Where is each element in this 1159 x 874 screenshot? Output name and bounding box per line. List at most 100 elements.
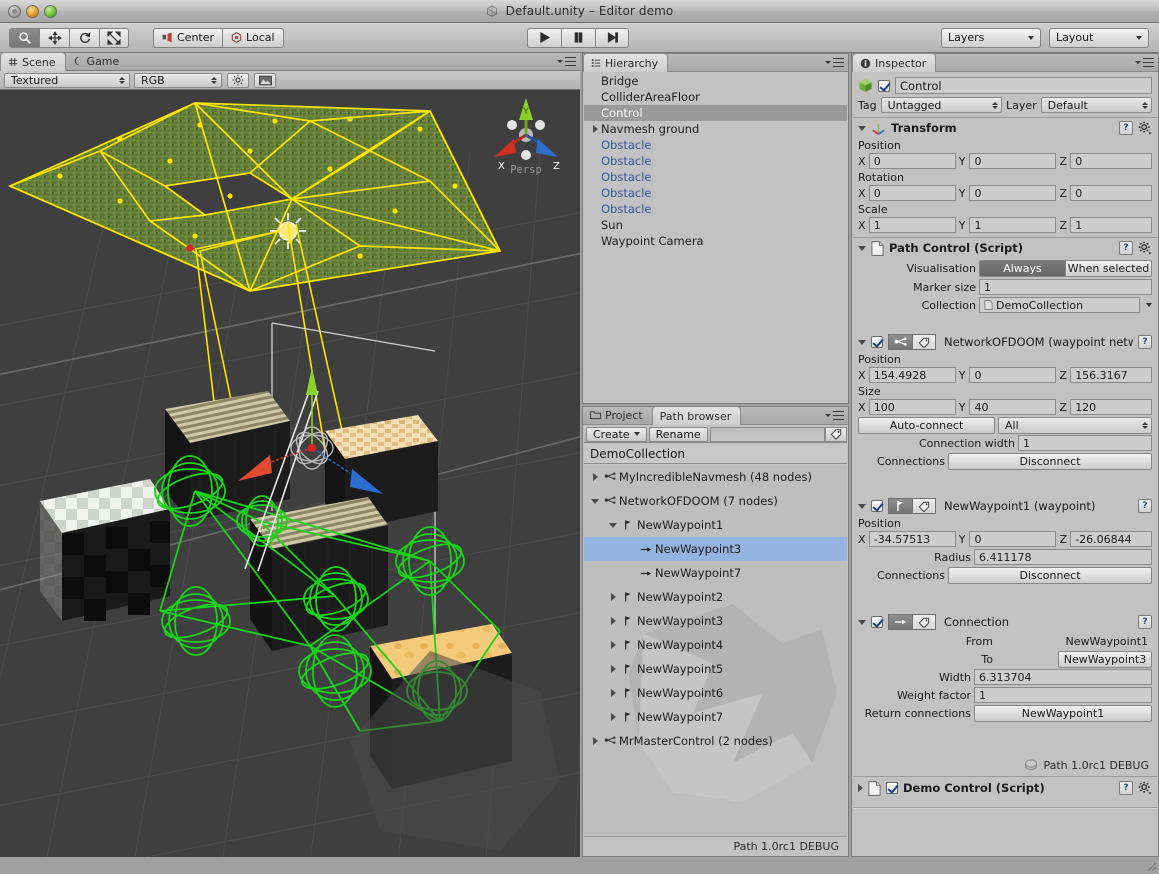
- layer-dropdown[interactable]: Default: [1041, 97, 1152, 113]
- waypoint-tag-button[interactable]: [912, 498, 936, 514]
- hierarchy-panel-menu-button[interactable]: [825, 56, 844, 68]
- tab-game[interactable]: Game: [66, 52, 129, 70]
- path-tree-item[interactable]: NewWaypoint7: [584, 561, 847, 585]
- hierarchy-item-colliderareafloor[interactable]: ColliderAreaFloor: [584, 89, 847, 105]
- help-icon[interactable]: ?: [1138, 499, 1152, 513]
- path-tree-item[interactable]: NewWaypoint3: [584, 609, 847, 633]
- play-button[interactable]: [527, 28, 561, 48]
- component-header-waypoint[interactable]: NewWaypoint1 (waypoint) ?: [853, 496, 1157, 516]
- network-size-y[interactable]: 40: [969, 399, 1056, 415]
- object-name-field[interactable]: Control: [895, 77, 1152, 94]
- connection-weight-value[interactable]: 1: [974, 687, 1152, 703]
- hierarchy-item-waypoint-camera[interactable]: Waypoint Camera: [584, 233, 847, 249]
- object-enabled-checkbox[interactable]: [878, 80, 890, 92]
- connection-tag-button[interactable]: [912, 614, 936, 630]
- visualisation-toggle-group[interactable]: Always When selected: [979, 260, 1152, 277]
- chevron-down-icon[interactable]: [606, 523, 620, 528]
- hierarchy-list[interactable]: BridgeColliderAreaFloorControlNavmesh gr…: [584, 73, 847, 402]
- connection-to-button[interactable]: NewWaypoint3: [1058, 651, 1152, 668]
- transform-rotation-x[interactable]: 0: [869, 185, 956, 201]
- hierarchy-item-obstacle[interactable]: Obstacle: [584, 153, 847, 169]
- chevron-right-icon[interactable]: [606, 713, 620, 721]
- color-mode-dropdown[interactable]: RGB: [134, 73, 222, 88]
- transform-scale-x[interactable]: 1: [869, 217, 956, 233]
- hierarchy-item-bridge[interactable]: Bridge: [584, 73, 847, 89]
- hierarchy-item-navmesh-ground[interactable]: Navmesh ground: [584, 121, 847, 137]
- rotate-tool-button[interactable]: [69, 28, 99, 48]
- scene-viewport[interactable]: Y X Z Persp: [0, 91, 580, 857]
- path-tree-item[interactable]: NewWaypoint3: [584, 537, 847, 561]
- path-tree-item[interactable]: NewWaypoint1: [584, 513, 847, 537]
- help-icon[interactable]: ?: [1119, 781, 1133, 795]
- chevron-down-icon[interactable]: [588, 499, 602, 504]
- pivot-mode-button[interactable]: Center: [153, 28, 222, 48]
- transform-scale-y[interactable]: 1: [969, 217, 1056, 233]
- waypoint-position-z[interactable]: -26.06844: [1070, 531, 1152, 547]
- path-browser-tree[interactable]: MyIncredibleNavmesh (48 nodes)NetworkOFD…: [584, 465, 847, 836]
- tab-path-browser[interactable]: Path browser: [652, 406, 742, 425]
- scale-tool-button[interactable]: [99, 28, 129, 48]
- visualisation-option-always[interactable]: Always: [979, 260, 1065, 277]
- connection-icon-button[interactable]: [888, 614, 912, 630]
- hierarchy-item-obstacle[interactable]: Obstacle: [584, 201, 847, 217]
- tab-hierarchy[interactable]: Hierarchy: [583, 53, 668, 72]
- chevron-right-icon[interactable]: [606, 665, 620, 673]
- waypoint-enabled-checkbox[interactable]: [871, 500, 883, 512]
- network-tag-button[interactable]: [912, 334, 936, 350]
- visualisation-option-when-selected[interactable]: When selected: [1065, 260, 1152, 277]
- network-position-y[interactable]: 0: [969, 367, 1056, 383]
- path-tree-item[interactable]: NewWaypoint7: [584, 705, 847, 729]
- help-icon[interactable]: ?: [1119, 121, 1133, 135]
- hierarchy-item-sun[interactable]: Sun: [584, 217, 847, 233]
- chevron-right-icon[interactable]: [606, 641, 620, 649]
- chevron-right-icon[interactable]: [588, 473, 602, 481]
- connection-width-field[interactable]: 1: [1018, 435, 1152, 451]
- layout-dropdown[interactable]: Layout: [1049, 28, 1149, 48]
- move-tool-button[interactable]: [39, 28, 69, 48]
- component-header-network[interactable]: NetworkOFDOOM (waypoint networ ?: [853, 332, 1157, 352]
- tab-inspector[interactable]: Inspector: [852, 53, 936, 72]
- window-resize-grip[interactable]: [1145, 860, 1157, 872]
- create-button[interactable]: Create: [586, 427, 647, 442]
- transform-position-z[interactable]: 0: [1070, 153, 1152, 169]
- waypoint-position-y[interactable]: 0: [969, 531, 1056, 547]
- help-icon[interactable]: ?: [1138, 615, 1152, 629]
- scene-lighting-toggle[interactable]: [227, 73, 249, 88]
- chevron-right-icon[interactable]: [590, 125, 601, 133]
- tag-dropdown[interactable]: Untagged: [881, 97, 1002, 113]
- chevron-right-icon[interactable]: [606, 689, 620, 697]
- waypoint-radius-field[interactable]: 6.411178: [974, 549, 1152, 565]
- component-header-demo-control[interactable]: Demo Control (Script) ?: [853, 777, 1157, 799]
- transform-rotation-y[interactable]: 0: [969, 185, 1056, 201]
- network-position-z[interactable]: 156.3167: [1070, 367, 1152, 383]
- path-tree-item[interactable]: NewWaypoint6: [584, 681, 847, 705]
- path-tree-item[interactable]: NewWaypoint2: [584, 585, 847, 609]
- collection-object-field[interactable]: DemoCollection: [979, 297, 1140, 313]
- chevron-right-icon[interactable]: [588, 737, 602, 745]
- autoconnect-filter-dropdown[interactable]: All: [998, 417, 1152, 434]
- help-icon[interactable]: ?: [1119, 241, 1133, 255]
- chevron-right-icon[interactable]: [858, 784, 863, 792]
- component-header-connection[interactable]: Connection ?: [853, 612, 1157, 632]
- chevron-down-icon[interactable]: [858, 620, 866, 625]
- auto-connect-button[interactable]: Auto-connect: [858, 417, 995, 434]
- path-tree-item[interactable]: NewWaypoint4: [584, 633, 847, 657]
- gear-icon[interactable]: [1138, 121, 1152, 135]
- chevron-down-icon[interactable]: [858, 340, 866, 345]
- path-tree-item[interactable]: MrMasterControl (2 nodes): [584, 729, 847, 753]
- path-browser-panel-menu-button[interactable]: [825, 409, 844, 421]
- network-size-x[interactable]: 100: [869, 399, 956, 415]
- hierarchy-item-obstacle[interactable]: Obstacle: [584, 137, 847, 153]
- path-tree-item[interactable]: NewWaypoint5: [584, 657, 847, 681]
- demo-control-enabled-checkbox[interactable]: [886, 782, 898, 794]
- path-tree-item[interactable]: MyIncredibleNavmesh (48 nodes): [584, 465, 847, 489]
- path-tree-item[interactable]: NetworkOFDOOM (7 nodes): [584, 489, 847, 513]
- help-icon[interactable]: ?: [1138, 335, 1152, 349]
- connection-enabled-checkbox[interactable]: [871, 616, 883, 628]
- pause-button[interactable]: [561, 28, 595, 48]
- transform-position-x[interactable]: 0: [869, 153, 956, 169]
- tab-project[interactable]: Project: [583, 406, 652, 424]
- chevron-right-icon[interactable]: [606, 617, 620, 625]
- network-enabled-checkbox[interactable]: [871, 336, 883, 348]
- network-size-z[interactable]: 120: [1070, 399, 1152, 415]
